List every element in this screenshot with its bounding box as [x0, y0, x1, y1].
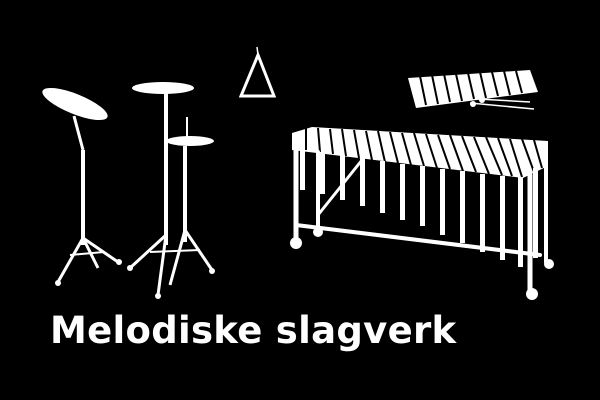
marimba-icon: [290, 127, 554, 300]
cymbal-icon: [42, 87, 122, 286]
hi-hat-icon: [127, 82, 215, 299]
glockenspiel-icon: [408, 70, 538, 110]
page-title: Melodiske slagverk: [50, 309, 457, 352]
triangle-icon: [238, 46, 277, 98]
illustration-card: Melodiske slagverk: [0, 0, 600, 400]
